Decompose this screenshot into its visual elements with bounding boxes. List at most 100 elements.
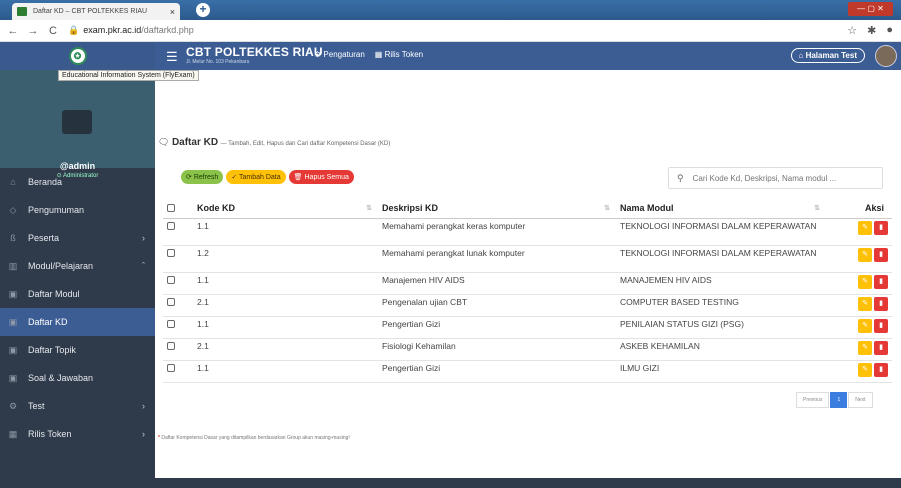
sidebar-item-label: Soal & Jawaban (28, 373, 94, 383)
trash-icon[interactable]: ▮ (874, 362, 888, 377)
forward-icon[interactable]: → (26, 25, 40, 37)
user-name: @admin (59, 161, 96, 171)
sidebar-item-rilis-token[interactable]: ▦ Rilis Token › (0, 420, 155, 448)
edit-icon[interactable]: ✎ (858, 362, 872, 377)
chat-icon: 🗨 (158, 137, 172, 147)
favicon-icon (17, 7, 27, 16)
col-deskripsi[interactable]: Deskripsi KD ⇅ (378, 198, 616, 219)
extensions-icon[interactable]: ✱ (867, 24, 876, 37)
refresh-label: Refresh (193, 174, 219, 181)
profile-icon[interactable]: ● (886, 24, 893, 37)
next-page-button[interactable]: Next (848, 392, 873, 408)
user-panel (0, 70, 155, 168)
trash-icon[interactable]: ▮ (874, 296, 888, 311)
book-icon: ▥ (8, 260, 18, 271)
row-checkbox[interactable] (167, 249, 175, 258)
add-icon: ✓ (231, 174, 240, 181)
reload-icon[interactable]: C (46, 25, 60, 37)
new-tab-button[interactable]: + (196, 3, 210, 17)
cell-aksi: ✎ ▮ (826, 294, 892, 317)
table-row: 1.1 Manajemen HIV AIDS MANAJEMEN HIV AIDS ✎… (163, 272, 892, 295)
table-row: 1.1 Memahami perangkat keras komputer TEKN… (163, 218, 892, 246)
row-checkbox[interactable] (167, 364, 175, 373)
edit-icon[interactable]: ✎ (858, 247, 872, 262)
menu-rilis-token[interactable]: ▦ Rilis Token (375, 50, 423, 59)
row-checkbox[interactable] (167, 320, 175, 329)
sidebar-item-daftar-modul[interactable]: ▣ Daftar Modul (0, 280, 155, 308)
sidebar-item-pengumuman[interactable]: ◇ Pengumuman (0, 196, 155, 224)
table-row: 1.2 Memahami perangkat lunak komputer TEKN… (163, 245, 892, 273)
sidebar-item-label: Daftar Topik (28, 345, 76, 355)
row-checkbox[interactable] (167, 276, 175, 285)
row-select-cell (163, 245, 193, 273)
list-icon: ▣ (8, 316, 18, 327)
search-icon: ⚲ (677, 172, 684, 183)
tab-close-icon[interactable]: × (170, 7, 175, 17)
browser-tabbar: Daftar KD – CBT POLTEKKES RIAU × + — ▢ ✕ (0, 0, 901, 20)
cell-aksi: ✎ ▮ (826, 316, 892, 339)
col-kode-label: Kode KD (197, 202, 235, 213)
row-checkbox[interactable] (167, 222, 175, 231)
url-field[interactable]: 🔒 exam.pkr.ac.id/daftarkd.php (68, 25, 194, 36)
top-menu: ⚙ Pengaturan ▦ Rilis Token (314, 50, 423, 59)
cell-aksi: ✎ ▮ (826, 338, 892, 361)
col-aksi-label: Aksi (864, 202, 884, 213)
lock-icon: 🔒 (68, 25, 80, 35)
edit-icon[interactable]: ✎ (858, 340, 872, 355)
sidebar-item-test[interactable]: ⚙ Test › (0, 392, 155, 420)
sidebar-item-peserta[interactable]: ß Peserta › (0, 224, 155, 252)
edit-icon[interactable]: ✎ (858, 220, 872, 235)
edit-icon[interactable]: ✎ (858, 296, 872, 311)
delete-all-label: Hapus Semua (304, 174, 349, 181)
menu-pengaturan[interactable]: ⚙ Pengaturan (314, 50, 365, 59)
page-1-button[interactable]: 1 (830, 392, 848, 408)
footer-bar (155, 478, 901, 488)
hamburger-icon[interactable]: ☰ (166, 49, 178, 65)
cell-deskripsi: Memahami perangkat keras komputer (378, 218, 616, 246)
avatar (62, 110, 92, 134)
col-aksi: Aksi (826, 198, 892, 219)
trash-icon[interactable]: ▮ (874, 220, 888, 235)
trash-icon[interactable]: ▮ (874, 340, 888, 355)
window-controls[interactable]: — ▢ ✕ (848, 2, 893, 16)
sidebar-item-label: Daftar KD (28, 317, 68, 327)
cell-modul: ILMU GIZI (616, 360, 826, 383)
trash-icon[interactable]: ▮ (874, 274, 888, 289)
sidebar-item-modul[interactable]: ▥ Modul/Pelajaran ˆ (0, 252, 155, 280)
row-checkbox[interactable] (167, 298, 175, 307)
star-icon[interactable]: ☆ (847, 24, 857, 37)
select-all-checkbox[interactable] (167, 204, 175, 213)
sidebar-item-daftar-topik[interactable]: ▣ Daftar Topik (0, 336, 155, 364)
page-description: — Tambah, Edit, Hapus dan Cari daftar Ko… (220, 141, 391, 147)
logo-area[interactable]: ✪ (0, 42, 155, 70)
refresh-button[interactable]: ⟳ Refresh (181, 170, 224, 184)
cell-modul: MANAJEMEN HIV AIDS (616, 272, 826, 295)
cell-aksi: ✎ ▮ (826, 272, 892, 295)
users-icon: ß (10, 233, 16, 243)
sidebar-item-soal[interactable]: ▣ Soal & Jawaban (0, 364, 155, 392)
edit-icon[interactable]: ✎ (858, 274, 872, 289)
browser-tab[interactable]: Daftar KD – CBT POLTEKKES RIAU × (12, 3, 180, 20)
search-input[interactable] (692, 173, 868, 183)
prev-page-button[interactable]: Previous (796, 392, 830, 408)
menu-pengaturan-label: Pengaturan (323, 50, 365, 59)
table-header-row: Kode KD ⇅ Deskripsi KD ⇅ Nama Modul ⇅ Aksi (163, 198, 892, 219)
edit-icon[interactable]: ✎ (858, 318, 872, 333)
cell-modul: COMPUTER BASED TESTING (616, 294, 826, 317)
cell-modul: TEKNOLOGI INFORMASI DALAM KEPERAWATAN (616, 245, 826, 273)
back-icon[interactable]: ← (6, 25, 20, 37)
trash-icon[interactable]: ▮ (874, 247, 888, 262)
app-subtitle: Jl. Melur No. 103 Pekanbaru (186, 59, 250, 65)
trash-icon[interactable]: ▮ (874, 318, 888, 333)
delete-all-button[interactable]: 🗑 Hapus Semua (288, 170, 354, 184)
sidebar-item-daftar-kd[interactable]: ▣ Daftar KD (0, 308, 155, 336)
col-modul[interactable]: Nama Modul ⇅ (616, 198, 826, 219)
table-note: * Daftar Kompetensi Dasar yang ditampilk… (158, 435, 350, 441)
col-kode[interactable]: Kode KD ⇅ (193, 198, 378, 219)
user-role-label: Administrator (63, 173, 99, 179)
row-checkbox[interactable] (167, 342, 175, 351)
user-avatar[interactable] (875, 45, 897, 67)
cell-kode: 2.1 (193, 338, 378, 361)
halaman-test-button[interactable]: ⌂ Halaman Test (790, 48, 865, 63)
add-button[interactable]: ✓ Tambah Data (226, 170, 286, 184)
